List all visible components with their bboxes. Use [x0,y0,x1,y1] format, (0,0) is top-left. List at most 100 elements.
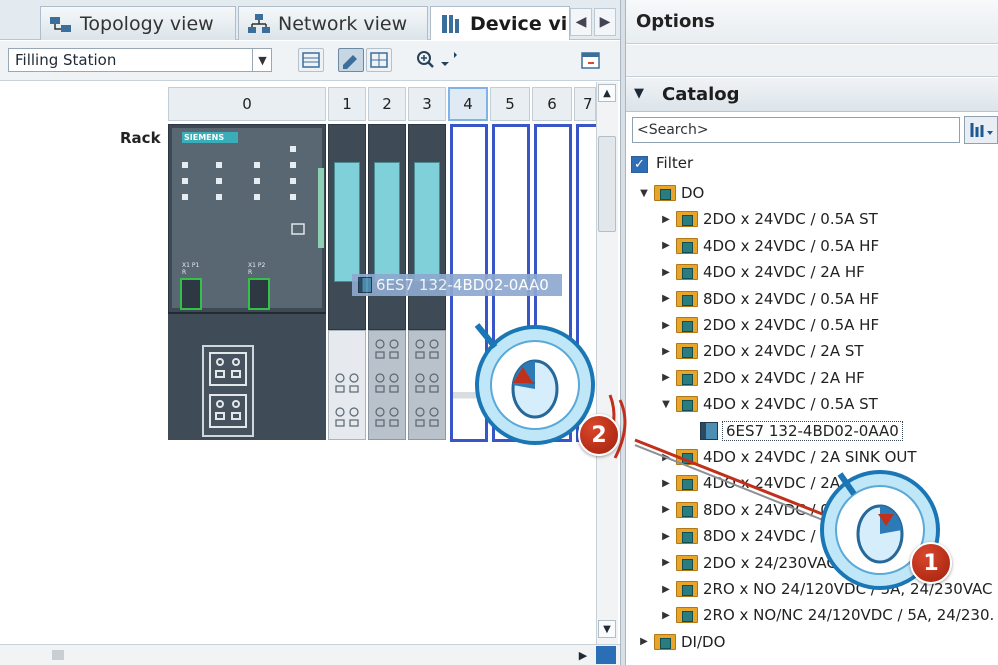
folder-icon [676,290,698,307]
expand-right-icon[interactable]: ▶ [660,372,672,383]
show-labels-button[interactable] [338,48,364,72]
tree-item-label: 4DO x 24VDC / 0.5A HF [703,236,880,255]
chevron-down-icon[interactable]: ▼ [634,86,644,101]
catalog-subfolder[interactable]: ▶ 4DO x 24VDC / 2A [660,470,840,496]
expand-right-icon[interactable]: ▶ [660,214,672,225]
tree-item-label: 2RO x NO 24/120VDC / 5A, 24/230VAC [703,580,993,598]
tab-topology-view[interactable]: Topology view [40,6,236,40]
slot-number: 7 [583,95,593,113]
tree-item-label: 4DO x 24VDC / 2A HF [703,263,865,282]
expand-right-icon[interactable]: ▶ [660,240,672,251]
scroll-down-icon[interactable]: ▼ [598,620,616,638]
folder-icon [676,554,698,571]
expand-right-icon[interactable]: ▶ [660,346,672,357]
folder-icon [676,237,698,254]
expand-down-icon[interactable]: ▼ [660,399,672,410]
expand-right-icon[interactable]: ▶ [660,557,672,568]
expand-right-icon[interactable]: ▶ [660,478,672,489]
search-button[interactable] [964,116,998,144]
profinet-port-2[interactable] [248,278,270,310]
catalog-subfolder[interactable]: ▶ 2DO x 24VDC / 2A HF [660,365,865,391]
tab-device-view[interactable]: Device vi [430,6,570,40]
empty-slot-7[interactable] [576,124,596,442]
tab-scroll-left-icon[interactable]: ◀ [570,8,592,36]
catalog-subfolder[interactable]: ▶ 4DO x 24VDC / 2A HF [660,259,865,285]
catalog-subfolder[interactable]: ▶ 8DO x 24VDC / 0.5A ST [660,523,878,549]
catalog-subfolder[interactable]: ▶ 2DO x 24VDC / 0.5A HF [660,312,879,338]
chevron-down-icon[interactable]: ▼ [252,48,272,72]
expand-down-icon[interactable]: ▼ [638,188,650,199]
expand-right-icon[interactable]: ▶ [660,531,672,542]
catalog-subfolder[interactable]: ▶ 2DO x 24VDC / 2A ST [660,338,863,364]
expand-right-icon[interactable]: ▶ [660,452,672,463]
slot-number: 3 [422,95,432,113]
expand-right-icon[interactable]: ▶ [660,320,672,331]
module-icon [358,277,372,293]
expand-right-icon[interactable]: ▶ [638,636,650,647]
folder-icon [654,185,676,201]
tree-item-label: 4DO x 24VDC / 2A SINK OUT [703,448,917,466]
folder-icon [676,501,698,518]
folder-icon [676,343,698,360]
hscroll-thumb[interactable] [52,650,64,660]
drag-preview: 6ES7 132-4BD02-0AA0 [352,274,562,296]
slot-number: 5 [505,95,515,113]
expand-right-icon[interactable]: ▶ [660,504,672,515]
slot-number: 0 [242,95,252,113]
folder-icon [676,264,698,281]
slot-header-7: 7 [574,87,596,121]
overview-icon[interactable] [596,646,616,664]
step-badge-2: 2 [578,414,620,456]
catalog-search-input[interactable]: <Search> [632,117,960,143]
tree-item-label: 2DO x 24VDC / 2A HF [703,368,865,387]
panel-toggle-button[interactable] [580,50,602,72]
slot-header-6: 6 [532,87,572,121]
horizontal-scrollbar[interactable] [0,644,620,665]
catalog-subfolder[interactable]: ▼ 4DO x 24VDC / 0.5A ST [660,391,878,417]
scroll-thumb[interactable] [598,136,616,232]
expand-right-icon[interactable]: ▶ [660,267,672,278]
expand-right-icon[interactable]: ▶ [660,610,672,621]
grid-button[interactable] [366,48,392,72]
slot-header-1: 1 [328,87,366,121]
scroll-right-icon[interactable]: ▶ [574,646,592,664]
tree-item-label: 2RO x NO/NC 24/120VDC / 5A, 24/230. [703,606,995,625]
rack-icon [302,52,320,68]
tab-label: Device vi [470,12,568,35]
zoom-button[interactable] [414,48,458,72]
scroll-up-icon[interactable]: ▲ [598,84,616,102]
options-body [626,45,998,77]
folder-icon [676,449,698,465]
catalog-subfolder[interactable]: ▶ 2DO x 24VDC / 0.5A ST [660,206,878,232]
catalog-folder[interactable]: ▶ DI/DO [638,629,725,655]
catalog-subfolder[interactable]: ▶ 8DO x 24VDC / 0.5A [660,497,854,523]
tab-network-view[interactable]: Network view [238,6,428,40]
catalog-folder[interactable]: ▼ DO [638,180,704,206]
slot-header-5: 5 [490,87,530,121]
filter-checkbox[interactable]: ✓ [631,156,648,173]
catalog-module-item[interactable]: 6ES7 132-4BD02-0AA0 [700,418,903,444]
slot-number: 2 [382,95,392,113]
catalog-header[interactable]: Catalog [626,78,998,112]
profinet-port-1[interactable] [180,278,202,310]
zoom-in-icon [417,51,457,68]
label-icon [343,55,357,69]
grid-icon [370,52,388,68]
expand-right-icon[interactable]: ▶ [660,293,672,304]
catalog-subfolder[interactable]: ▶ 8DO x 24VDC / 0.5A HF [660,286,879,312]
device-select-value: Filling Station [15,51,117,69]
folder-icon [676,607,698,624]
device-select[interactable]: Filling Station [8,48,272,72]
catalog-subfolder[interactable]: ▶ 2RO x NO/NC 24/120VDC / 5A, 24/230. [660,602,994,628]
slot-number: 6 [547,95,557,113]
catalog-subfolder[interactable]: ▶ 4DO x 24VDC / 0.5A HF [660,233,879,259]
topology-icon [49,13,73,35]
tab-scroll-right-icon[interactable]: ▶ [594,8,616,36]
io-module-label-strip [334,162,360,282]
slot-header-0: 0 [168,87,326,121]
slot-number: 4 [463,95,473,113]
catalog-subfolder[interactable]: ▶ 2DO x 24/230VAC [660,550,837,576]
expand-right-icon[interactable]: ▶ [660,584,672,595]
catalog-subfolder[interactable]: ▶ 4DO x 24VDC / 2A SINK OUT [660,444,917,470]
show-rack-button[interactable] [298,48,324,72]
